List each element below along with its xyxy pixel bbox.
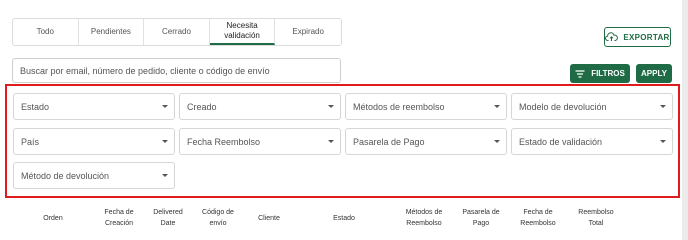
select-label: Fecha Reembolso (187, 136, 261, 147)
tab-todo[interactable]: Todo (13, 19, 79, 45)
filter-estado-validacion-select[interactable]: Estado de validación (511, 128, 673, 155)
tab-label: Todo (36, 27, 54, 36)
tab-expirado[interactable]: Expirado (275, 19, 341, 45)
column-header-orden[interactable]: Orden (35, 213, 71, 224)
column-header-delivered-date[interactable]: Delivered Date (150, 207, 186, 229)
caret-down-icon (162, 174, 168, 177)
caret-down-icon (328, 105, 334, 108)
cloud-upload-icon (605, 32, 619, 41)
filter-modelo-devolucion-select[interactable]: Modelo de devolución (511, 93, 673, 120)
search-input[interactable] (12, 58, 341, 83)
caret-down-icon (494, 140, 500, 143)
select-label: Estado de validación (519, 136, 603, 147)
column-header-codigo-envio[interactable]: Código de envío (198, 207, 238, 229)
status-tabs: Todo Pendientes Cerrado Necesita validac… (12, 18, 342, 46)
column-header-estado[interactable]: Estado (324, 213, 364, 224)
caret-down-icon (660, 140, 666, 143)
select-label: Métodos de reembolso (353, 101, 445, 112)
column-header-reembolso-total[interactable]: Reembolso Total (572, 207, 620, 229)
filter-metodos-reembolso-select[interactable]: Métodos de reembolso (345, 93, 507, 120)
caret-down-icon (494, 105, 500, 108)
filter-lines-icon (575, 69, 585, 78)
caret-down-icon (660, 105, 666, 108)
filter-estado-select[interactable]: Estado (13, 93, 175, 120)
filters-button[interactable]: FILTROS (570, 64, 630, 83)
select-label: Pasarela de Pago (353, 136, 425, 147)
apply-button[interactable]: APPLY (636, 64, 672, 83)
export-button[interactable]: EXPORTAR (604, 27, 671, 47)
filter-metodo-devolucion-select[interactable]: Método de devolución (13, 162, 175, 189)
filter-pasarela-pago-select[interactable]: Pasarela de Pago (345, 128, 507, 155)
select-label: Método de devolución (21, 170, 110, 181)
filter-pais-select[interactable]: País (13, 128, 175, 155)
returns-panel: Todo Pendientes Cerrado Necesita validac… (0, 0, 682, 240)
caret-down-icon (162, 105, 168, 108)
caret-down-icon (162, 140, 168, 143)
tab-label: Cerrado (162, 27, 191, 36)
apply-label: APPLY (641, 69, 667, 78)
table-header: Orden Fecha de Creación Delivered Date C… (0, 200, 682, 240)
tab-necesita-validacion[interactable]: Necesita validación (209, 19, 276, 45)
column-header-cliente[interactable]: Cliente (248, 213, 290, 224)
export-label: EXPORTAR (623, 32, 670, 42)
tab-label: Expirado (292, 27, 324, 36)
column-header-fecha-creacion[interactable]: Fecha de Creación (98, 207, 140, 229)
filters-label: FILTROS (591, 69, 625, 78)
filter-fecha-reembolso-select[interactable]: Fecha Reembolso (179, 128, 341, 155)
tab-cerrado[interactable]: Cerrado (144, 19, 210, 45)
filter-creado-select[interactable]: Creado (179, 93, 341, 120)
select-label: Estado (21, 101, 50, 112)
column-header-pasarela-pago[interactable]: Pasarela de Pago (458, 207, 504, 229)
caret-down-icon (328, 140, 334, 143)
select-label: Creado (187, 101, 217, 112)
select-label: Modelo de devolución (519, 101, 607, 112)
column-header-fecha-reembolso[interactable]: Fecha de Reembolso (515, 207, 561, 229)
tab-label: Necesita validación (224, 21, 260, 40)
column-header-metodos-reembolso[interactable]: Métodos de Reembolso (398, 207, 450, 229)
tab-label: Pendientes (90, 27, 131, 36)
tab-pendientes[interactable]: Pendientes (79, 19, 145, 45)
select-label: País (21, 136, 40, 147)
